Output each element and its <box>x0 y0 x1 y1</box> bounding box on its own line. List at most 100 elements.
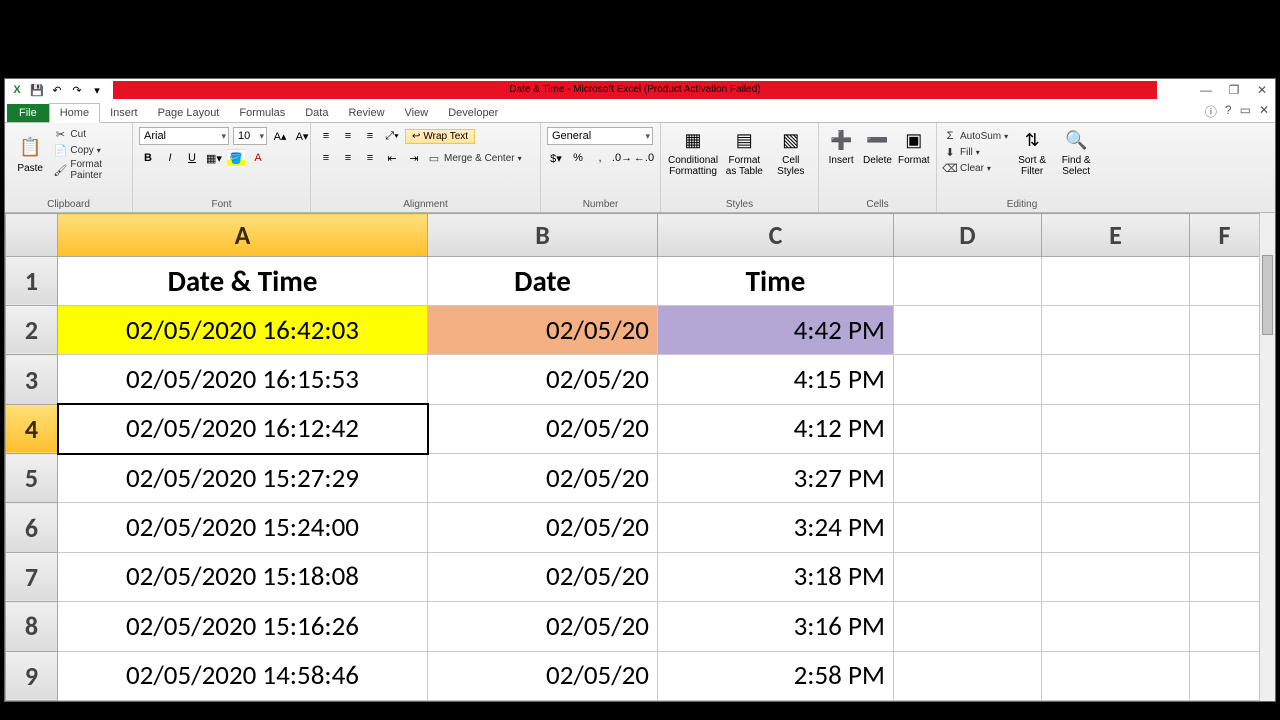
row-header-9[interactable]: 9 <box>6 651 58 701</box>
cell-C9[interactable]: 2:58 PM <box>658 651 894 701</box>
underline-button[interactable]: U <box>183 149 201 167</box>
cell-D2[interactable] <box>894 305 1042 354</box>
window-restore-icon[interactable]: ▭ <box>1240 103 1251 120</box>
delete-button[interactable]: ➖Delete <box>861 127 893 166</box>
cell-E1[interactable] <box>1042 256 1190 305</box>
cell-D8[interactable] <box>894 602 1042 651</box>
increase-indent-icon[interactable]: ⇥ <box>405 149 423 167</box>
cell-D1[interactable] <box>894 256 1042 305</box>
cell-D7[interactable] <box>894 552 1042 601</box>
cell-F8[interactable] <box>1190 602 1260 651</box>
cell-B5[interactable]: 02/05/20 <box>428 454 658 503</box>
help-icon[interactable]: ? <box>1225 103 1232 120</box>
fill-color-button[interactable]: 🪣 <box>227 149 245 167</box>
cell-B3[interactable]: 02/05/20 <box>428 355 658 404</box>
format-button[interactable]: ▣Format <box>898 127 930 166</box>
tab-developer[interactable]: Developer <box>438 104 508 122</box>
cell-B1[interactable]: Date <box>428 256 658 305</box>
cell-styles-button[interactable]: ▧Cell Styles <box>770 127 812 177</box>
cell-B9[interactable]: 02/05/20 <box>428 651 658 701</box>
cell-F7[interactable] <box>1190 552 1260 601</box>
cell-B4[interactable]: 02/05/20 <box>428 404 658 453</box>
cell-C1[interactable]: Time <box>658 256 894 305</box>
cell-F6[interactable] <box>1190 503 1260 552</box>
fill-button[interactable]: ⬇Fill▾ <box>943 145 980 159</box>
cell-F3[interactable] <box>1190 355 1260 404</box>
cell-A4[interactable]: 02/05/2020 16:12:42 <box>58 404 428 453</box>
cell-C2[interactable]: 4:42 PM <box>658 305 894 354</box>
cell-B8[interactable]: 02/05/20 <box>428 602 658 651</box>
font-size-select[interactable]: 10 <box>233 127 267 145</box>
col-header-E[interactable]: E <box>1042 214 1190 257</box>
increase-decimal-icon[interactable]: .0→ <box>613 149 631 167</box>
cell-B6[interactable]: 02/05/20 <box>428 503 658 552</box>
comma-icon[interactable]: , <box>591 149 609 167</box>
number-format-select[interactable]: General <box>547 127 653 145</box>
minimize-button[interactable]: — <box>1197 83 1215 97</box>
paste-button[interactable]: 📋 Paste <box>11 135 49 174</box>
tab-review[interactable]: Review <box>338 104 394 122</box>
cell-D6[interactable] <box>894 503 1042 552</box>
italic-button[interactable]: I <box>161 149 179 167</box>
cell-C5[interactable]: 3:27 PM <box>658 454 894 503</box>
percent-icon[interactable]: % <box>569 149 587 167</box>
cell-C3[interactable]: 4:15 PM <box>658 355 894 404</box>
row-header-1[interactable]: 1 <box>6 256 58 305</box>
cell-D4[interactable] <box>894 404 1042 453</box>
redo-icon[interactable]: ↷ <box>69 82 85 98</box>
cell-F9[interactable] <box>1190 651 1260 701</box>
cell-A1[interactable]: Date & Time <box>58 256 428 305</box>
col-header-C[interactable]: C <box>658 214 894 257</box>
row-header-7[interactable]: 7 <box>6 552 58 601</box>
col-header-D[interactable]: D <box>894 214 1042 257</box>
spreadsheet-area[interactable]: A B C D E F 1 Date & Time Date Time 2 02… <box>5 213 1275 701</box>
row-header-3[interactable]: 3 <box>6 355 58 404</box>
row-header-8[interactable]: 8 <box>6 602 58 651</box>
col-header-B[interactable]: B <box>428 214 658 257</box>
minimize-ribbon-icon[interactable]: ⓘ <box>1205 103 1217 120</box>
row-header-5[interactable]: 5 <box>6 454 58 503</box>
cell-E8[interactable] <box>1042 602 1190 651</box>
cell-A7[interactable]: 02/05/2020 15:18:08 <box>58 552 428 601</box>
cell-B7[interactable]: 02/05/20 <box>428 552 658 601</box>
tab-view[interactable]: View <box>395 104 439 122</box>
autosum-button[interactable]: ΣAutoSum▾ <box>943 129 1008 143</box>
decrease-indent-icon[interactable]: ⇤ <box>383 149 401 167</box>
clear-button[interactable]: ⌫Clear▾ <box>943 161 991 175</box>
close-button[interactable]: ✕ <box>1253 83 1271 97</box>
copy-button[interactable]: 📄Copy▾ <box>53 143 100 157</box>
row-header-4[interactable]: 4 <box>6 404 58 453</box>
cell-A9[interactable]: 02/05/2020 14:58:46 <box>58 651 428 701</box>
tab-home[interactable]: Home <box>49 103 100 123</box>
orientation-icon[interactable]: ⤢▾ <box>383 127 401 145</box>
cell-A8[interactable]: 02/05/2020 15:16:26 <box>58 602 428 651</box>
undo-icon[interactable]: ↶ <box>49 82 65 98</box>
cell-E5[interactable] <box>1042 454 1190 503</box>
align-bottom-icon[interactable]: ≡ <box>361 127 379 145</box>
cell-D3[interactable] <box>894 355 1042 404</box>
cell-C7[interactable]: 3:18 PM <box>658 552 894 601</box>
qat-customize-icon[interactable]: ▾ <box>89 82 105 98</box>
merge-center-button[interactable]: ▭Merge & Center▾ <box>427 151 522 165</box>
cell-A5[interactable]: 02/05/2020 15:27:29 <box>58 454 428 503</box>
borders-button[interactable]: ▦▾ <box>205 149 223 167</box>
cell-D5[interactable] <box>894 454 1042 503</box>
cell-C8[interactable]: 3:16 PM <box>658 602 894 651</box>
cell-E2[interactable] <box>1042 305 1190 354</box>
cell-C4[interactable]: 4:12 PM <box>658 404 894 453</box>
insert-button[interactable]: ➕Insert <box>825 127 857 166</box>
cell-F2[interactable] <box>1190 305 1260 354</box>
cell-E4[interactable] <box>1042 404 1190 453</box>
cell-A2[interactable]: 02/05/2020 16:42:03 <box>58 305 428 354</box>
align-right-icon[interactable]: ≡ <box>361 149 379 167</box>
cell-D9[interactable] <box>894 651 1042 701</box>
cell-A6[interactable]: 02/05/2020 15:24:00 <box>58 503 428 552</box>
align-middle-icon[interactable]: ≡ <box>339 127 357 145</box>
conditional-formatting-button[interactable]: ▦Conditional Formatting <box>667 127 719 177</box>
cell-A3[interactable]: 02/05/2020 16:15:53 <box>58 355 428 404</box>
cell-F1[interactable] <box>1190 256 1260 305</box>
cut-button[interactable]: ✂Cut <box>53 127 86 141</box>
cell-C6[interactable]: 3:24 PM <box>658 503 894 552</box>
align-top-icon[interactable]: ≡ <box>317 127 335 145</box>
tab-data[interactable]: Data <box>295 104 338 122</box>
